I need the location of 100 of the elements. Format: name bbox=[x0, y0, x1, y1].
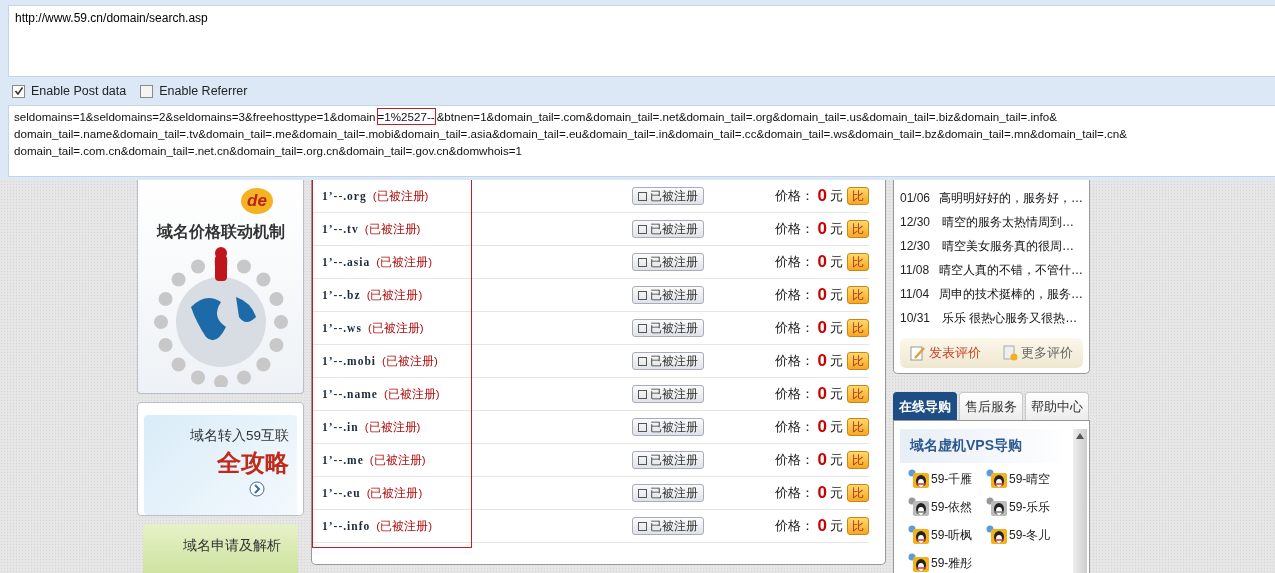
price-label: 价格： bbox=[774, 319, 814, 337]
contact-link[interactable]: 59-乐乐 bbox=[986, 497, 1064, 517]
compare-button[interactable]: 比 bbox=[847, 385, 869, 403]
compare-button[interactable]: 比 bbox=[847, 187, 869, 205]
compare-button[interactable]: 比 bbox=[847, 484, 869, 502]
checkbox-option[interactable]: Enable Referrer bbox=[140, 84, 248, 98]
price-value: 0 bbox=[817, 318, 827, 338]
review-link[interactable]: 晴空人真的不错，不管什… bbox=[939, 261, 1083, 279]
registered-button[interactable]: 已被注册 bbox=[632, 385, 704, 403]
review-date: 10/31 bbox=[900, 311, 932, 325]
price-value: 0 bbox=[817, 384, 827, 404]
price-unit: 元 bbox=[830, 253, 843, 271]
banner-title: 域名申请及解析 bbox=[183, 536, 281, 553]
price-value: 0 bbox=[817, 285, 827, 305]
status-text: (已被注册) bbox=[382, 353, 439, 369]
contact-link[interactable]: 59-晴空 bbox=[986, 469, 1064, 489]
review-link[interactable]: 乐乐 很热心服务又很热… bbox=[942, 309, 1078, 327]
status-text: (已被注册) bbox=[369, 452, 427, 468]
review-action-link[interactable]: 更多评价 bbox=[1001, 344, 1073, 362]
review-link[interactable]: 晴空美女服务真的很周… bbox=[942, 237, 1074, 255]
checkbox[interactable] bbox=[12, 84, 25, 98]
price-unit: 元 bbox=[830, 187, 843, 205]
price-label: 价格： bbox=[774, 220, 814, 238]
status-text: (已被注册) bbox=[376, 518, 433, 534]
domain-name: 1’--.me bbox=[322, 454, 364, 466]
promo-banner[interactable]: de 域名价格联动机制 bbox=[137, 180, 304, 394]
url-field[interactable]: http://www.59.cn/domain/search.asp bbox=[8, 5, 1275, 77]
banner-title: 域名转入59互联 bbox=[189, 426, 289, 445]
registered-button[interactable]: 已被注册 bbox=[632, 352, 704, 370]
registered-button[interactable]: 已被注册 bbox=[632, 220, 704, 238]
scroll-up-icon[interactable] bbox=[1076, 433, 1084, 439]
domain-name: 1’--.org bbox=[322, 190, 367, 202]
price-label: 价格： bbox=[774, 286, 814, 304]
compare-button[interactable]: 比 bbox=[847, 319, 869, 337]
price-label: 价格： bbox=[774, 484, 814, 502]
compare-button[interactable]: 比 bbox=[847, 253, 869, 271]
price-value: 0 bbox=[817, 483, 827, 503]
checkbox-option[interactable]: Enable Post data bbox=[12, 84, 127, 98]
compare-button[interactable]: 比 bbox=[847, 517, 869, 535]
price-value: 0 bbox=[817, 351, 827, 371]
price-label: 价格： bbox=[774, 187, 814, 205]
service-tab[interactable]: 帮助中心 bbox=[1025, 392, 1089, 420]
domain-name: 1’--.tv bbox=[322, 223, 359, 235]
domain-name: 1’--.mobi bbox=[322, 355, 377, 367]
domain-name: 1’--.ws bbox=[322, 322, 362, 334]
price-value: 0 bbox=[817, 252, 827, 272]
review-action-link[interactable]: 发表评价 bbox=[910, 344, 982, 362]
review-date: 01/06 bbox=[900, 191, 931, 205]
price-unit: 元 bbox=[830, 220, 843, 238]
registered-button[interactable]: 已被注册 bbox=[632, 286, 704, 304]
contact-link[interactable]: 59-雅彤 bbox=[908, 553, 986, 573]
domain-name: 1’--.asia bbox=[322, 256, 371, 268]
compare-button[interactable]: 比 bbox=[847, 352, 869, 370]
registered-button[interactable]: 已被注册 bbox=[632, 319, 704, 337]
registered-button[interactable]: 已被注册 bbox=[632, 451, 704, 469]
contact-link[interactable]: 59-依然 bbox=[908, 497, 986, 517]
price-value: 0 bbox=[817, 450, 827, 470]
compare-button[interactable]: 比 bbox=[847, 418, 869, 436]
price-unit: 元 bbox=[830, 451, 843, 469]
price-label: 价格： bbox=[774, 253, 814, 271]
registered-button[interactable]: 已被注册 bbox=[632, 484, 704, 502]
promo-banner[interactable]: 域名转入59互联 全攻略 bbox=[144, 414, 297, 515]
review-date: 12/30 bbox=[900, 215, 932, 229]
status-text: (已被注册) bbox=[364, 221, 422, 237]
promo-banner[interactable]: 域名申请及解析 bbox=[143, 523, 298, 573]
banner-title: 域名价格联动机制 bbox=[156, 222, 285, 243]
compare-button[interactable]: 比 bbox=[847, 451, 869, 469]
service-tab[interactable]: 在线导购 bbox=[893, 392, 957, 420]
contact-link[interactable]: 59-千雁 bbox=[908, 469, 986, 489]
contact-link[interactable]: 59-听枫 bbox=[908, 525, 986, 545]
price-value: 0 bbox=[817, 219, 827, 239]
checkbox[interactable] bbox=[140, 84, 154, 98]
price-unit: 元 bbox=[830, 286, 843, 304]
scrollbar[interactable] bbox=[1073, 429, 1087, 573]
registered-button[interactable]: 已被注册 bbox=[632, 418, 704, 436]
post-data-field[interactable]: seldomains=1&seldomains=2&seldomains=3&freehosttype=1&domain =1%2527-- &btnen=1&domain_tail=.com&domain_tail=.net&domain_tail=.org&domain_tail=.us&domain_tail=.biz&domain_tail=.info& domain_tail=.name&domain_tail=.tv&domain_tail=.me&domain_tail=.mobi&domain_tail=.asia&domain_tail=.eu&domain_tail=.in&domain_tail=.cc&domain_tail=.ws&domain_tail=.bz&domain_tail=.mn&domain_tail=.cn& domain_tail=.com.cn&domain_tail=.net.cn&domain_tail=.org.cn&domain_tail=.gov.cn&domwhois=1 bbox=[8, 105, 1275, 177]
review-link[interactable]: 晴空的服务太热情周到… bbox=[942, 213, 1074, 231]
compare-button[interactable]: 比 bbox=[847, 286, 869, 304]
domain-name: 1’--.bz bbox=[322, 289, 361, 301]
review-link[interactable]: 高明明好好的，服务好，… bbox=[939, 189, 1083, 207]
review-link[interactable]: 周申的技术挺棒的，服务… bbox=[939, 285, 1083, 303]
price-label: 价格： bbox=[774, 385, 814, 403]
registered-button[interactable]: 已被注册 bbox=[632, 517, 704, 535]
banner-slogan: 全攻略 bbox=[217, 447, 289, 478]
registered-button[interactable]: 已被注册 bbox=[632, 253, 704, 271]
price-value: 0 bbox=[817, 516, 827, 536]
document-icon bbox=[1001, 345, 1018, 361]
registered-button[interactable]: 已被注册 bbox=[632, 187, 704, 205]
domain-name: 1’--.info bbox=[322, 520, 371, 532]
price-unit: 元 bbox=[830, 517, 843, 535]
pencil-note-icon bbox=[910, 345, 927, 361]
status-text: (已被注册) bbox=[376, 254, 433, 270]
price-unit: 元 bbox=[830, 484, 843, 502]
price-label: 价格： bbox=[774, 451, 814, 469]
contact-link[interactable]: 59-冬儿 bbox=[986, 525, 1064, 545]
arrow-circle-icon bbox=[249, 480, 265, 497]
service-tab[interactable]: 售后服务 bbox=[959, 392, 1023, 420]
price-value: 0 bbox=[817, 417, 827, 437]
price-unit: 元 bbox=[830, 418, 843, 436]
compare-button[interactable]: 比 bbox=[847, 220, 869, 238]
